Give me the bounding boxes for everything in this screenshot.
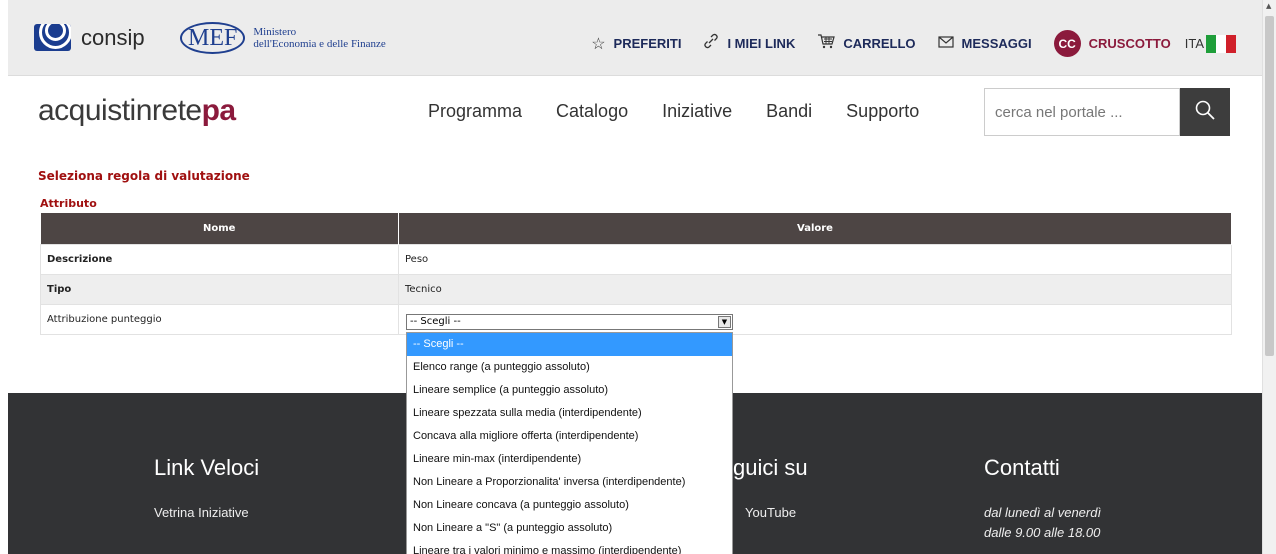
link-icon bbox=[703, 33, 719, 54]
nav-programma[interactable]: Programma bbox=[428, 101, 522, 122]
option-lineare-semplice[interactable]: Lineare semplice (a punteggio assoluto) bbox=[407, 379, 732, 402]
scrollbar-thumb[interactable] bbox=[1265, 16, 1274, 356]
nav-supporto[interactable]: Supporto bbox=[846, 101, 919, 122]
dashboard-label: CRUSCOTTO bbox=[1088, 36, 1171, 51]
option-scegli[interactable]: -- Scegli -- bbox=[407, 333, 732, 356]
mef-logo-mark: MEF bbox=[180, 22, 246, 54]
my-links-link[interactable]: I MIEI LINK bbox=[703, 33, 795, 54]
cart-label: CARRELLO bbox=[843, 36, 916, 51]
consip-logo-text: consip bbox=[81, 24, 145, 50]
user-avatar: CC bbox=[1053, 30, 1081, 57]
option-lineare-min-max[interactable]: Lineare min-max (interdipendente) bbox=[407, 448, 732, 471]
footer-social-title: guici su bbox=[733, 455, 808, 480]
table-header-row: Nome Valore bbox=[40, 213, 1232, 244]
italian-flag-icon bbox=[1206, 34, 1236, 53]
nav-bandi[interactable]: Bandi bbox=[766, 101, 812, 122]
page: consip MEF Ministero dell'Economia e del… bbox=[8, 0, 1262, 554]
row-label: Tipo bbox=[40, 273, 399, 305]
nav-catalogo[interactable]: Catalogo bbox=[556, 101, 628, 122]
footer-quick-links-title: Link Veloci bbox=[154, 455, 260, 480]
mef-logo[interactable]: MEF Ministero dell'Economia e delle Fina… bbox=[180, 22, 386, 54]
footer-link-vetrina[interactable]: Vetrina Iniziative bbox=[154, 505, 259, 520]
footer-hours-days: dal lunedì al venerdì bbox=[984, 505, 1102, 520]
mef-line-1: Ministero bbox=[253, 26, 297, 38]
envelope-icon bbox=[937, 35, 954, 53]
row-value: Peso bbox=[398, 243, 1232, 275]
footer-link-youtube[interactable]: YouTube bbox=[745, 505, 808, 520]
cart-icon bbox=[817, 33, 836, 54]
top-bar: consip MEF Ministero dell'Economia e del… bbox=[8, 0, 1262, 76]
footer-hours-time: dalle 9.00 alle 18.00 bbox=[984, 525, 1101, 540]
favorites-link[interactable]: ☆ PREFERITI bbox=[591, 34, 681, 54]
search-icon bbox=[1194, 99, 1216, 125]
my-links-label: I MIEI LINK bbox=[727, 36, 796, 51]
section-title: Seleziona regola di valutazione bbox=[38, 169, 250, 183]
language-selector[interactable]: ITA bbox=[1184, 34, 1236, 53]
scroll-up-icon[interactable]: ▲ bbox=[1266, 2, 1271, 10]
brand-part-2: rete bbox=[151, 94, 202, 127]
row-value: Tecnico bbox=[398, 273, 1232, 305]
footer-contacts-title: Contatti bbox=[984, 455, 1060, 480]
brand-part-3: pa bbox=[201, 94, 237, 127]
option-non-lineare-s[interactable]: Non Lineare a "S" (a punteggio assoluto) bbox=[407, 517, 732, 540]
consip-logo[interactable]: consip bbox=[34, 24, 145, 51]
messages-link[interactable]: MESSAGGI bbox=[937, 35, 1032, 53]
mef-line-2: dell'Economia e delle Finanze bbox=[253, 38, 386, 50]
page-scrollbar[interactable]: ▲ bbox=[1262, 0, 1276, 554]
consip-logo-mark bbox=[34, 24, 71, 51]
star-icon: ☆ bbox=[591, 35, 606, 53]
option-lineare-spezzata[interactable]: Lineare spezzata sulla media (interdipen… bbox=[407, 402, 732, 425]
utility-links: ☆ PREFERITI I MIEI LINK CARRELLO MESSAGG… bbox=[569, 30, 1236, 57]
dashboard-link[interactable]: CC CRUSCOTTO bbox=[1053, 30, 1171, 57]
row-label: Descrizione bbox=[40, 243, 399, 275]
scoring-rule-select[interactable]: -- Scegli -- ▼ bbox=[406, 314, 733, 330]
column-header-name: Nome bbox=[40, 213, 399, 244]
site-logo[interactable]: acquistinretepa bbox=[38, 94, 236, 128]
row-label: Attribuzione punteggio bbox=[40, 303, 399, 335]
nav-iniziative[interactable]: Iniziative bbox=[662, 101, 732, 122]
cart-link[interactable]: CARRELLO bbox=[817, 33, 916, 54]
dropdown-arrow-icon[interactable]: ▼ bbox=[718, 316, 731, 328]
option-non-lineare-concava[interactable]: Non Lineare concava (a punteggio assolut… bbox=[407, 494, 732, 517]
option-proporzionalita-inversa[interactable]: Non Lineare a Proporzionalita' inversa (… bbox=[407, 471, 732, 494]
table-row: Tipo Tecnico bbox=[40, 273, 1232, 305]
search-input[interactable] bbox=[984, 88, 1180, 136]
column-header-value: Valore bbox=[398, 213, 1232, 244]
option-concava-migliore[interactable]: Concava alla migliore offerta (interdipe… bbox=[407, 425, 732, 448]
brand-part-1: acquistin bbox=[38, 94, 152, 127]
subsection-title: Attributo bbox=[40, 197, 97, 210]
main-nav: Programma Catalogo Iniziative Bandi Supp… bbox=[428, 101, 953, 122]
footer-contacts-hours: dal lunedì al venerdì dalle 9.00 alle 18… bbox=[984, 503, 1101, 543]
search-box bbox=[984, 88, 1230, 136]
footer-contacts: Contatti dal lunedì al venerdì dalle 9.0… bbox=[984, 455, 1101, 543]
favorites-label: PREFERITI bbox=[613, 36, 682, 51]
option-elenco-range[interactable]: Elenco range (a punteggio assoluto) bbox=[407, 356, 732, 379]
table-row: Descrizione Peso bbox=[40, 243, 1232, 275]
search-button[interactable] bbox=[1180, 88, 1230, 136]
messages-label: MESSAGGI bbox=[961, 36, 1032, 51]
footer-quick-links: Link Veloci Vetrina Iniziative bbox=[154, 455, 259, 520]
footer-social: guici su YouTube bbox=[733, 455, 808, 520]
select-value: -- Scegli -- bbox=[410, 316, 461, 327]
option-lineare-min-max-valori[interactable]: Lineare tra i valori minimo e massimo (i… bbox=[407, 540, 732, 554]
scoring-rule-options: -- Scegli -- Elenco range (a punteggio a… bbox=[406, 332, 733, 554]
language-label: ITA bbox=[1184, 36, 1204, 51]
mef-logo-text: Ministero dell'Economia e delle Finanze bbox=[253, 26, 385, 50]
